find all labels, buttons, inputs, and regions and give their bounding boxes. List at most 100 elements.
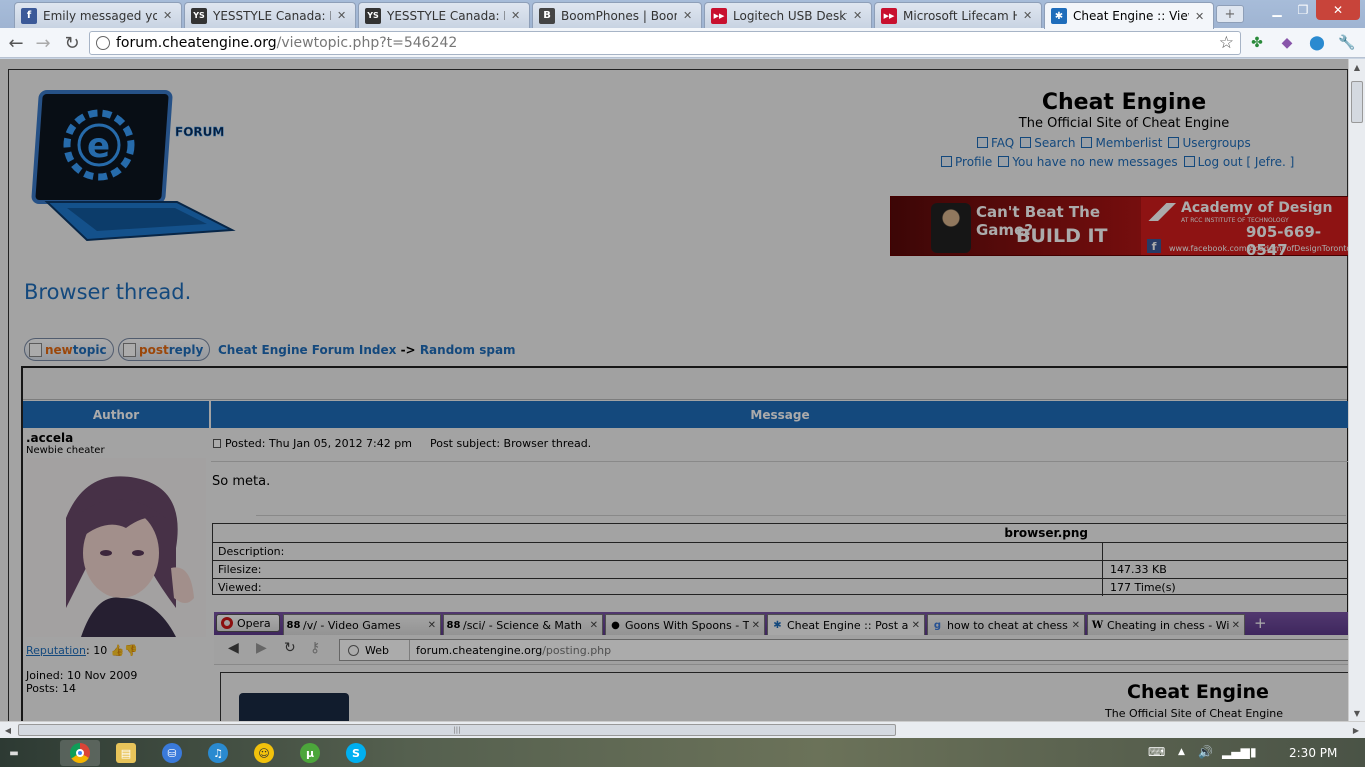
tab-boomphones[interactable]: B BoomPhones | BoomPho ✕ xyxy=(532,2,702,28)
ad-banner[interactable]: Can't Beat The Game? BUILD IT Academy of… xyxy=(890,196,1348,256)
logout-link[interactable]: Log out [ Jefre. ] xyxy=(1183,155,1294,169)
signal-icon[interactable]: ▂▄▆ xyxy=(1222,745,1250,759)
scroll-down-icon[interactable]: ▼ xyxy=(1349,705,1365,721)
tab-cheat-engine[interactable]: ✱ Cheat Engine :: View top ✕ xyxy=(1044,2,1214,29)
close-tab-icon[interactable]: ✕ xyxy=(163,9,173,22)
clock[interactable]: 2:30 PM xyxy=(1289,746,1337,760)
extension-skype-icon[interactable]: ⬤ xyxy=(1308,34,1326,52)
attachment-image[interactable]: Opera 88/v/ - Video Games ✕ 88/sci/ - Sci… xyxy=(214,612,1348,721)
breadcrumb-forum-link[interactable]: Random spam xyxy=(420,343,516,357)
profile-link[interactable]: Profile xyxy=(941,155,992,169)
reputation-thumbs-down-icon[interactable]: 👎 xyxy=(124,644,138,657)
attachment-description-row: Description: xyxy=(213,542,1348,560)
profile-icon xyxy=(941,156,952,167)
tab-yesstyle-1[interactable]: YS YESSTYLE Canada: Purple ✕ xyxy=(184,2,356,28)
attachment-viewed-row: Viewed: 177 Time(s) xyxy=(213,578,1348,596)
new-tab-button[interactable]: + xyxy=(1216,5,1244,23)
url-host: forum.cheatengine.org xyxy=(116,35,277,51)
opera-tab: ghow to cheat at chess -...✕ xyxy=(927,614,1085,635)
tab-title: YESSTYLE Canada: Remem xyxy=(387,8,505,23)
gamer-figure-image xyxy=(931,203,971,253)
attachment-box: browser.png Description: Filesize: 147.3… xyxy=(212,523,1348,596)
close-tab-icon[interactable]: ✕ xyxy=(511,9,521,22)
attachment-filename: browser.png xyxy=(1004,526,1088,540)
explorer-taskbar-icon[interactable]: ▤ xyxy=(106,740,146,766)
memberlist-link[interactable]: Memberlist xyxy=(1081,136,1162,150)
close-window-icon[interactable]: ✕ xyxy=(1316,0,1360,20)
close-tab-icon[interactable]: ✕ xyxy=(1195,10,1205,23)
search-icon xyxy=(1020,137,1032,148)
close-tab-icon[interactable]: ✕ xyxy=(853,9,863,22)
wikipedia-icon: W xyxy=(1091,619,1104,631)
horizontal-scrollbar[interactable]: ◀ ||| ▶ xyxy=(0,721,1365,738)
browser-toolbar: ← → ↻ forum.cheatengine.org/viewtopic.ph… xyxy=(0,28,1365,58)
close-tab-icon[interactable]: ✕ xyxy=(337,9,347,22)
faq-link[interactable]: FAQ xyxy=(977,136,1014,150)
wrench-menu-icon[interactable]: 🔧 xyxy=(1338,34,1356,52)
bookmark-star-icon[interactable]: ☆ xyxy=(1219,33,1234,53)
back-arrow-icon[interactable]: ← xyxy=(5,32,27,54)
close-icon: ✕ xyxy=(589,619,598,631)
close-icon: ✕ xyxy=(1071,619,1080,631)
tab-yesstyle-2[interactable]: YS YESSTYLE Canada: Remem ✕ xyxy=(358,2,530,28)
address-bar[interactable]: forum.cheatengine.org/viewtopic.php?t=54… xyxy=(89,31,1241,55)
forward-arrow-icon[interactable]: → xyxy=(32,32,54,54)
messenger-taskbar-icon[interactable]: ☺ xyxy=(244,740,284,766)
chrome-taskbar-icon[interactable] xyxy=(60,740,100,766)
scroll-right-icon[interactable]: ▶ xyxy=(1348,722,1364,738)
horizontal-scroll-thumb[interactable]: ||| xyxy=(18,724,896,736)
skype-taskbar-icon[interactable]: S xyxy=(336,740,376,766)
academy-logo-icon xyxy=(1147,203,1177,221)
page-viewport: e FORUM Cheat Engine The Official Site o… xyxy=(0,59,1348,721)
close-tab-icon[interactable]: ✕ xyxy=(1023,9,1033,22)
tab-facebook[interactable]: f Emily messaged you ✕ xyxy=(14,2,182,28)
tab-title: BoomPhones | BoomPho xyxy=(561,8,677,23)
minimize-icon[interactable]: ▁ xyxy=(1264,0,1290,20)
author-column: .accela Newbie cheater Reputation: 10 👍👎 xyxy=(23,429,210,721)
new-topic-button[interactable]: new topic xyxy=(24,338,114,361)
url-path: /viewtopic.php?t=546242 xyxy=(276,35,458,51)
start-icon[interactable]: ▬ xyxy=(0,740,28,766)
post-link-icon[interactable] xyxy=(213,439,221,448)
restore-icon[interactable]: ❐ xyxy=(1290,0,1316,20)
keyboard-tray-icon[interactable]: ⌨ xyxy=(1148,745,1165,759)
thread-title[interactable]: Browser thread. xyxy=(24,280,191,304)
reputation-thumbs-up-icon[interactable]: 👍 xyxy=(111,644,125,657)
breadcrumb-index-link[interactable]: Cheat Engine Forum Index xyxy=(218,343,396,357)
extension-purple-icon[interactable]: ◆ xyxy=(1278,34,1296,52)
opera-url: forum.cheatengine.org/posting.php xyxy=(416,643,612,657)
close-tab-icon[interactable]: ✕ xyxy=(683,9,693,22)
vertical-scroll-thumb[interactable] xyxy=(1351,81,1363,123)
extension-grid-icon[interactable]: ✤ xyxy=(1248,34,1266,52)
reputation-link[interactable]: Reputation xyxy=(26,644,86,657)
tab-title: YESSTYLE Canada: Purple xyxy=(213,8,331,23)
tab-title: Logitech USB Desktop M xyxy=(733,8,847,23)
utorrent-taskbar-icon[interactable]: µ xyxy=(290,740,330,766)
reload-icon[interactable]: ↻ xyxy=(61,32,83,54)
scroll-left-icon[interactable]: ◀ xyxy=(0,722,16,738)
reload-icon: ↻ xyxy=(284,640,296,656)
forum-page: e FORUM Cheat Engine The Official Site o… xyxy=(8,69,1348,721)
key-icon: ⚷ xyxy=(310,640,321,656)
cheat-engine-forum-logo[interactable]: e FORUM xyxy=(27,90,237,255)
vertical-scrollbar[interactable]: ▲ ▼ xyxy=(1348,59,1365,721)
itunes-taskbar-icon[interactable]: ♫ xyxy=(198,740,238,766)
close-icon: ✕ xyxy=(427,619,436,631)
author-name: .accela xyxy=(26,431,74,445)
messages-link[interactable]: You have no new messages xyxy=(998,155,1178,169)
scroll-up-icon[interactable]: ▲ xyxy=(1349,59,1365,75)
tab-logitech[interactable]: ▶▶ Logitech USB Desktop M ✕ xyxy=(704,2,872,28)
power-icon[interactable]: ▮ xyxy=(1250,745,1257,759)
show-hidden-icons-icon[interactable]: ▲ xyxy=(1178,747,1185,757)
network-taskbar-icon[interactable]: ⛁ xyxy=(152,740,192,766)
usergroups-link[interactable]: Usergroups xyxy=(1168,136,1251,150)
tab-lifecam[interactable]: ▶▶ Microsoft Lifecam HD-50 ✕ xyxy=(874,2,1042,28)
volume-icon[interactable]: 🔊 xyxy=(1198,745,1213,759)
post-reply-button[interactable]: post reply xyxy=(118,338,211,361)
opera-page: Cheat Engine The Official Site of Cheat … xyxy=(220,672,1348,721)
goons-icon: ● xyxy=(611,619,620,631)
divider xyxy=(256,515,1346,516)
opera-logo-icon xyxy=(221,617,233,629)
banner-build-it: BUILD IT xyxy=(1016,225,1108,247)
search-link[interactable]: Search xyxy=(1020,136,1075,150)
